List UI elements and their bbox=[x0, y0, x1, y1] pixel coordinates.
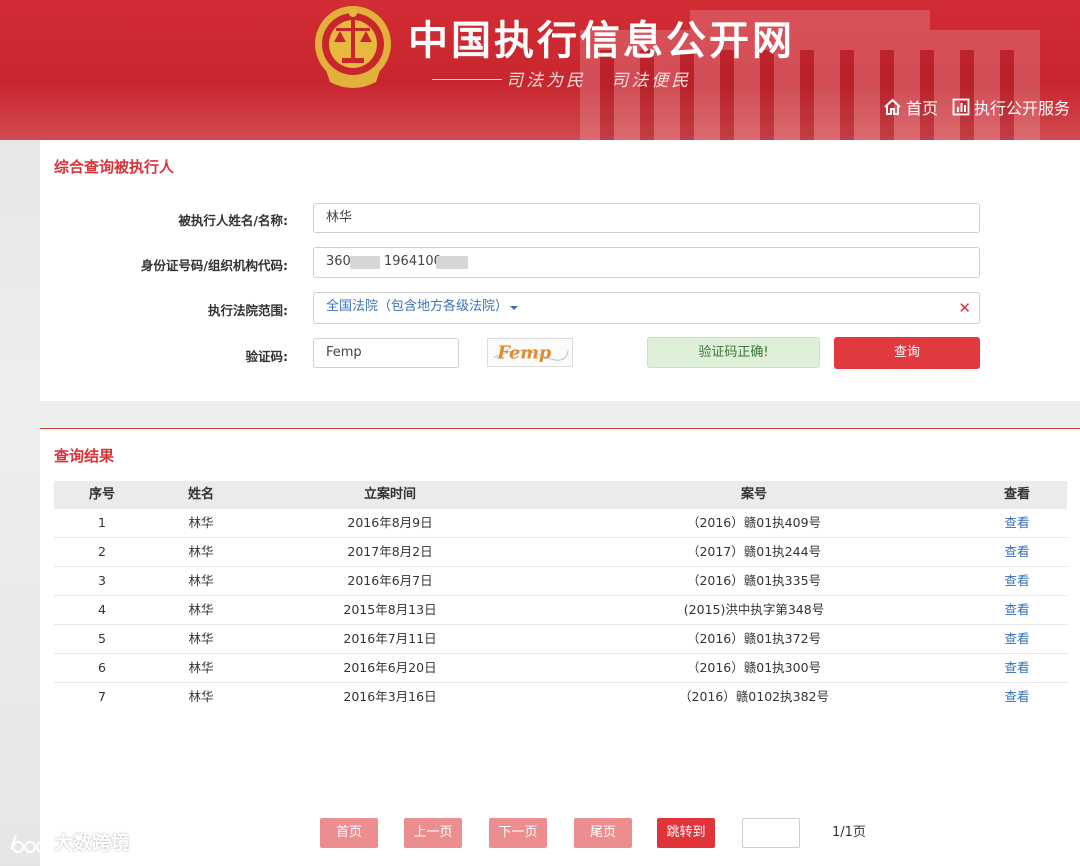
court-range-value: 全国法院（包含地方各级法院） bbox=[326, 299, 509, 314]
nav-service-label: 执行公开服务 bbox=[973, 99, 1070, 118]
table-row: 7 林华 2016年3月16日 （2016）赣0102执382号 查看 bbox=[54, 683, 1067, 711]
row-name: 林华 bbox=[188, 689, 214, 704]
table-row: 3 林华 2016年6月7日 （2016）赣01执335号 查看 bbox=[54, 567, 1067, 596]
header-nav: 首页 执行公开服务 bbox=[883, 95, 1070, 119]
pager-first-button[interactable]: 首页 bbox=[320, 818, 378, 848]
row-date: 2016年6月20日 bbox=[343, 660, 437, 675]
view-link[interactable]: 查看 bbox=[980, 509, 1054, 537]
nav-service[interactable]: 执行公开服务 bbox=[952, 95, 1070, 119]
pager-goto-button[interactable]: 跳转到 bbox=[657, 818, 715, 848]
column-header-no: 序号 bbox=[88, 487, 115, 502]
slogan-divider bbox=[432, 79, 502, 80]
table-row: 4 林华 2015年8月13日 (2015)洪中执字第348号 查看 bbox=[54, 596, 1067, 625]
captcha-image[interactable]: Femp bbox=[487, 338, 573, 367]
view-link[interactable]: 查看 bbox=[980, 654, 1054, 682]
captcha-input-value: Femp bbox=[326, 345, 362, 360]
table-row: 2 林华 2017年8月2日 （2017）赣01执244号 查看 bbox=[54, 538, 1067, 567]
id-input-prefix: 360 bbox=[326, 254, 351, 269]
watermark-logo-icon bbox=[9, 834, 49, 853]
row-case: （2016）赣01执372号 bbox=[686, 631, 822, 646]
row-case: （2016）赣01执409号 bbox=[686, 515, 822, 530]
watermark: 大数跨境 bbox=[8, 828, 130, 855]
name-input-value: 林华 bbox=[326, 210, 353, 225]
view-link[interactable]: 查看 bbox=[980, 683, 1054, 711]
row-no: 4 bbox=[98, 602, 106, 617]
results-panel-title: 查询结果 bbox=[54, 447, 115, 465]
view-link[interactable]: 查看 bbox=[980, 567, 1054, 595]
row-date: 2015年8月13日 bbox=[343, 602, 437, 617]
pager-prev-button[interactable]: 上一页 bbox=[404, 818, 462, 848]
table-row: 5 林华 2016年7月11日 （2016）赣01执372号 查看 bbox=[54, 625, 1067, 654]
chart-icon bbox=[952, 98, 970, 116]
row-no: 5 bbox=[98, 631, 106, 646]
row-case: （2016）赣01执335号 bbox=[686, 573, 822, 588]
row-date: 2016年7月11日 bbox=[343, 631, 437, 646]
close-icon[interactable]: ✕ bbox=[958, 299, 971, 317]
view-link[interactable]: 查看 bbox=[980, 625, 1054, 653]
row-case: (2015)洪中执字第348号 bbox=[683, 602, 825, 617]
captcha-input[interactable]: Femp bbox=[313, 338, 459, 368]
row-no: 6 bbox=[98, 660, 106, 675]
chevron-down-icon bbox=[510, 306, 518, 310]
row-name: 林华 bbox=[188, 631, 214, 646]
id-number-input[interactable]: 360 1964100 bbox=[313, 247, 980, 278]
row-name: 林华 bbox=[188, 515, 214, 530]
row-case: （2016）赣0102执382号 bbox=[679, 689, 829, 704]
table-row: 1 林华 2016年8月9日 （2016）赣01执409号 查看 bbox=[54, 509, 1067, 538]
view-link[interactable]: 查看 bbox=[980, 596, 1054, 624]
redaction-mask bbox=[436, 256, 468, 269]
watermark-text: 大数跨境 bbox=[54, 832, 131, 854]
court-range-select[interactable]: 全国法院（包含地方各级法院） ✕ bbox=[313, 292, 980, 324]
row-name: 林华 bbox=[188, 660, 214, 675]
page-number-input[interactable] bbox=[742, 818, 800, 848]
nav-home-label: 首页 bbox=[905, 99, 938, 118]
row-case: （2016）赣01执300号 bbox=[686, 660, 822, 675]
row-date: 2017年8月2日 bbox=[347, 544, 433, 559]
page-info: 1/1页 bbox=[832, 825, 866, 840]
table-header: 序号 姓名 立案时间 案号 查看 bbox=[54, 481, 1067, 509]
row-no: 1 bbox=[98, 515, 106, 530]
redaction-mask bbox=[350, 256, 380, 269]
name-input[interactable]: 林华 bbox=[313, 203, 980, 233]
row-no: 2 bbox=[98, 544, 106, 559]
view-link[interactable]: 查看 bbox=[980, 538, 1054, 566]
row-name: 林华 bbox=[188, 573, 214, 588]
column-header-date: 立案时间 bbox=[363, 487, 416, 502]
results-table: 序号 姓名 立案时间 案号 查看 1 林华 2016年8月9日 （2016）赣0… bbox=[54, 481, 1067, 711]
site-header: 中国执行信息公开网 司法为民 司法便民 首页 执行公开服务 bbox=[0, 0, 1080, 140]
search-panel: 综合查询被执行人 被执行人姓名/名称: 林华 身份证号码/组织机构代码: 360… bbox=[40, 140, 1080, 401]
row-name: 林华 bbox=[188, 544, 214, 559]
name-label: 被执行人姓名/名称: bbox=[178, 213, 288, 228]
table-row: 6 林华 2016年6月20日 （2016）赣01执300号 查看 bbox=[54, 654, 1067, 683]
row-date: 2016年6月7日 bbox=[347, 573, 433, 588]
results-panel: 查询结果 序号 姓名 立案时间 案号 查看 1 林华 2016年8月9日 （20… bbox=[40, 428, 1080, 866]
row-name: 林华 bbox=[188, 602, 214, 617]
row-no: 7 bbox=[98, 689, 106, 704]
captcha-char: Femp bbox=[496, 343, 552, 364]
site-title: 中国执行信息公开网 bbox=[408, 17, 795, 64]
query-button[interactable]: 查询 bbox=[834, 337, 980, 369]
row-date: 2016年8月9日 bbox=[347, 515, 433, 530]
site-slogan: 司法为民 司法便民 bbox=[506, 71, 692, 91]
id-input-middle: 1964100 bbox=[384, 254, 442, 269]
id-label: 身份证号码/组织机构代码: bbox=[140, 258, 288, 273]
column-header-case: 案号 bbox=[740, 487, 767, 502]
row-no: 3 bbox=[98, 573, 106, 588]
pager-last-button[interactable]: 尾页 bbox=[574, 818, 632, 848]
column-header-view: 查看 bbox=[1003, 487, 1030, 502]
nav-home[interactable]: 首页 bbox=[883, 95, 938, 119]
captcha-status-badge: 验证码正确! bbox=[647, 337, 820, 368]
pager-next-button[interactable]: 下一页 bbox=[489, 818, 547, 848]
home-icon bbox=[884, 98, 901, 115]
captcha-label: 验证码: bbox=[245, 349, 289, 364]
row-date: 2016年3月16日 bbox=[343, 689, 437, 704]
search-panel-title: 综合查询被执行人 bbox=[54, 158, 175, 176]
row-case: （2017）赣01执244号 bbox=[686, 544, 822, 559]
court-emblem-logo bbox=[315, 6, 391, 88]
column-header-name: 姓名 bbox=[187, 487, 214, 502]
court-range-label: 执行法院范围: bbox=[208, 303, 288, 318]
